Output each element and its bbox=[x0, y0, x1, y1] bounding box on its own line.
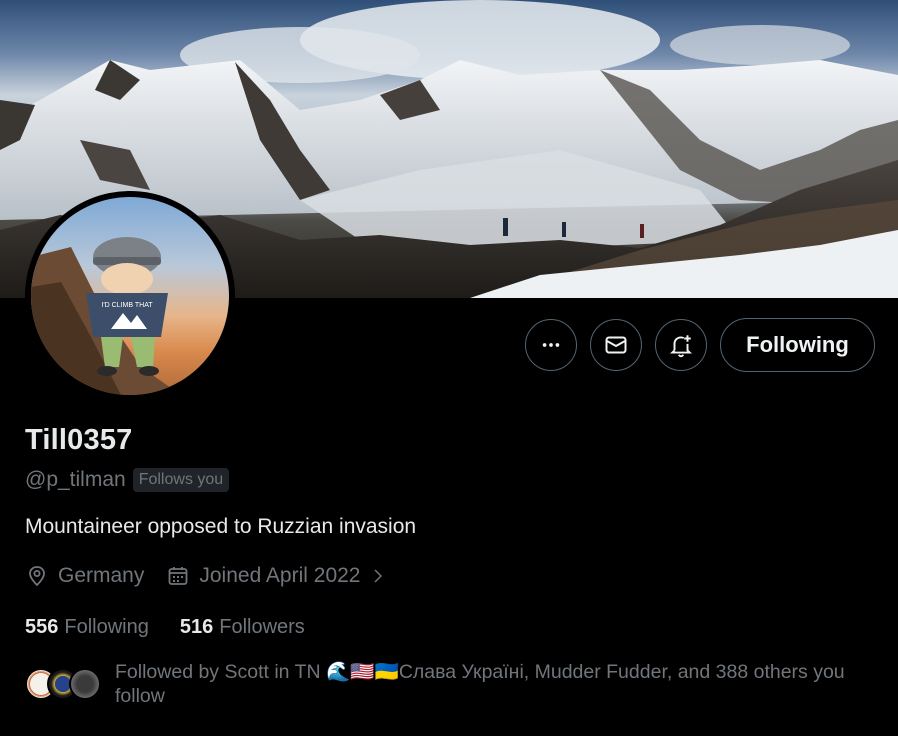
profile-actions: Following bbox=[525, 318, 875, 372]
followers-count-link[interactable]: 516 Followers bbox=[180, 616, 305, 639]
message-button[interactable] bbox=[590, 319, 642, 371]
following-count: 556 bbox=[25, 616, 59, 638]
location-pin-icon bbox=[29, 566, 45, 587]
followed-by-text: Followed by Scott in TN 🌊🇺🇸🇺🇦Слава Украї… bbox=[115, 661, 845, 707]
profile-bio: Mountaineer opposed to Ruzzian invasion bbox=[25, 515, 417, 538]
avatar-shirt-text: I'D CLIMB THAT bbox=[101, 302, 153, 309]
followed-by-row[interactable]: Followed by Scott in TN 🌊🇺🇸🇺🇦Слава Украї… bbox=[25, 660, 875, 708]
joined-date[interactable]: Joined April 2022 bbox=[166, 564, 387, 588]
following-button[interactable]: Following bbox=[720, 318, 875, 372]
more-horizontal-icon bbox=[542, 343, 560, 347]
profile-avatar[interactable]: I'D CLIMB THAT bbox=[25, 191, 235, 401]
following-label: Following bbox=[64, 616, 149, 638]
followers-label: Followers bbox=[219, 616, 305, 638]
bell-plus-icon bbox=[669, 335, 693, 358]
profile-meta: Germany Joined April 2022 bbox=[25, 564, 409, 588]
more-options-button[interactable] bbox=[525, 319, 577, 371]
mutual-avatar bbox=[69, 668, 101, 700]
location-text: Germany bbox=[58, 564, 145, 587]
display-name: Till0357 bbox=[25, 424, 133, 456]
location: Germany bbox=[25, 564, 144, 588]
notifications-button[interactable] bbox=[655, 319, 707, 371]
avatar-image: I'D CLIMB THAT bbox=[31, 237, 181, 395]
joined-text: Joined April 2022 bbox=[199, 564, 361, 587]
handle-row: @p_tilman Follows you bbox=[25, 468, 230, 492]
user-handle: @p_tilman bbox=[25, 468, 126, 491]
mail-icon bbox=[605, 336, 627, 354]
chevron-right-icon bbox=[374, 569, 383, 583]
calendar-icon bbox=[168, 567, 188, 585]
followers-count: 516 bbox=[179, 616, 214, 638]
following-count-link[interactable]: 556 Following bbox=[25, 616, 149, 639]
follows-you-badge: Follows you bbox=[132, 468, 230, 492]
mutual-avatars bbox=[25, 668, 105, 702]
follow-stats: 556 Following 516 Followers bbox=[25, 616, 305, 639]
